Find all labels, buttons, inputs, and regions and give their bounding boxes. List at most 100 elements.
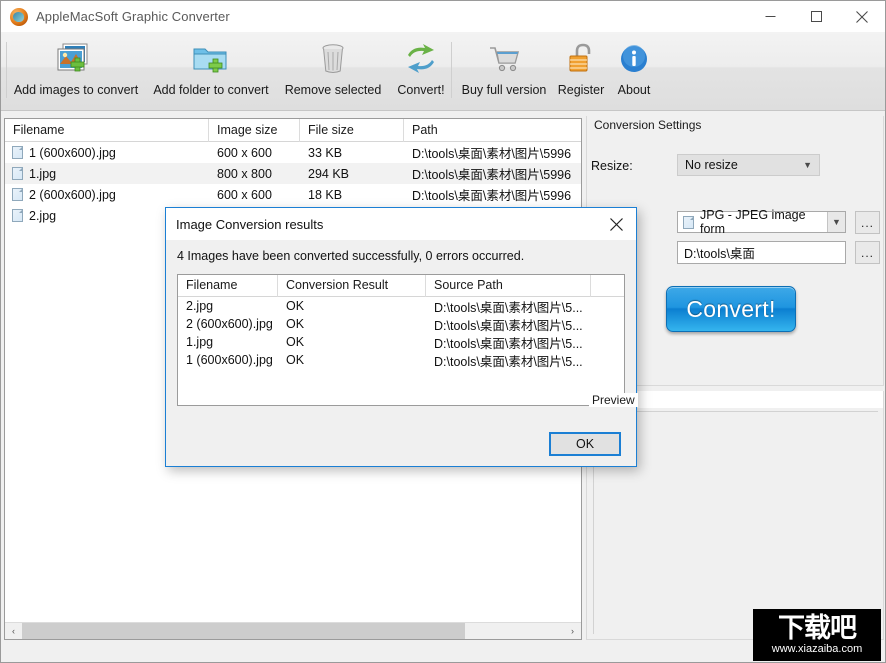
cell-filename: 1.jpg <box>186 335 214 349</box>
application-window: AppleMacSoft Graphic Converter Add image… <box>0 0 886 663</box>
trash-icon <box>307 36 359 82</box>
minimize-button[interactable] <box>747 1 793 32</box>
cell-source-path: D:\tools\桌面\素材\图片\5... <box>434 300 583 315</box>
toolbar-about-button[interactable]: About <box>610 36 658 108</box>
results-table: Filename Conversion Result Source Path 2… <box>177 274 625 406</box>
cell-source-path: D:\tools\桌面\素材\图片\5... <box>434 318 583 333</box>
column-header-conversion-result[interactable]: Conversion Result <box>278 275 426 297</box>
format-browse-button[interactable]: ... <box>855 211 880 234</box>
padlock-icon <box>555 36 607 82</box>
file-icon <box>12 167 23 180</box>
scrollbar-thumb[interactable] <box>22 622 465 639</box>
cell-source-path: D:\tools\桌面\素材\图片\5... <box>434 336 583 351</box>
file-icon <box>12 209 23 222</box>
dialog-close-button[interactable] <box>596 208 636 240</box>
file-icon <box>12 146 23 159</box>
settings-group-title: Conversion Settings <box>591 118 705 132</box>
file-list-header: Filename Image size File size Path <box>5 119 581 142</box>
cell-result: OK <box>286 317 305 331</box>
scroll-left-icon[interactable]: ‹ <box>5 623 22 640</box>
dialog-ok-button[interactable]: OK <box>549 432 621 456</box>
chevron-down-icon: ▼ <box>803 159 812 170</box>
toolbar: Add images to convert Add folder to conv… <box>1 32 885 111</box>
folder-value: D:\tools\桌面 <box>684 247 755 261</box>
toolbar-remove-selected-button[interactable]: Remove selected <box>281 36 385 108</box>
conversion-results-dialog: Image Conversion results 4 Images have b… <box>165 207 637 467</box>
table-row: 1 (600x600).jpg OK D:\tools\桌面\素材\图片\5..… <box>178 351 624 369</box>
watermark-url: www.xiazaiba.com <box>771 643 863 655</box>
results-table-header: Filename Conversion Result Source Path <box>178 275 624 297</box>
column-header-extra[interactable] <box>591 275 624 297</box>
toolbar-buy-full-version-button[interactable]: Buy full version <box>456 36 552 108</box>
add-folder-icon <box>185 36 237 82</box>
cell-filename: 2 (600x600).jpg <box>186 317 273 331</box>
maximize-button[interactable] <box>793 1 839 32</box>
toolbar-item-label: Add folder to convert <box>153 83 269 97</box>
window-title: AppleMacSoft Graphic Converter <box>36 9 230 24</box>
info-icon <box>608 36 660 82</box>
toolbar-register-button[interactable]: Register <box>552 36 610 108</box>
toolbar-separator <box>451 42 452 98</box>
horizontal-scrollbar[interactable]: ‹ › <box>5 622 581 639</box>
toolbar-item-label: Add images to convert <box>13 83 139 97</box>
chevron-down-icon[interactable]: ▼ <box>826 212 845 232</box>
scrollbar-track[interactable] <box>22 622 564 639</box>
column-header-image-size[interactable]: Image size <box>209 119 300 142</box>
toolbar-add-folder-button[interactable]: Add folder to convert <box>146 36 276 108</box>
toolbar-item-label: Remove selected <box>284 83 382 97</box>
title-bar: AppleMacSoft Graphic Converter <box>1 1 885 32</box>
cell-result: OK <box>286 353 305 367</box>
watermark: 下载吧 www.xiazaiba.com <box>753 609 881 661</box>
toolbar-item-label: Register <box>557 83 605 97</box>
cell-result: OK <box>286 335 305 349</box>
format-select[interactable]: JPG - JPEG image form ▼ <box>677 208 846 236</box>
resize-select[interactable]: No resize ▼ <box>677 154 820 176</box>
cell-image-size: 600 x 600 <box>217 145 272 160</box>
resize-value: No resize <box>685 158 738 172</box>
dialog-message: 4 Images have been converted successfull… <box>177 249 525 263</box>
globe-icon <box>10 7 28 26</box>
cell-image-size: 600 x 600 <box>217 187 272 202</box>
table-row: 1.jpg OK D:\tools\桌面\素材\图片\5... <box>178 333 624 351</box>
column-header-source-path[interactable]: Source Path <box>426 275 591 297</box>
cell-path: D:\tools\桌面\素材\图片\5996 <box>412 168 572 182</box>
column-header-filename[interactable]: Filename <box>178 275 278 297</box>
dialog-title-bar: Image Conversion results <box>166 208 636 240</box>
cell-filename: 2.jpg <box>29 208 57 223</box>
table-row[interactable]: 2 (600x600).jpg 600 x 600 18 KB D:\tools… <box>5 184 581 205</box>
cell-file-size: 294 KB <box>308 166 350 181</box>
toolbar-item-label: About <box>617 83 651 97</box>
watermark-text: 下载吧 <box>778 613 857 644</box>
shopping-cart-icon <box>478 36 530 82</box>
preview-title: Preview <box>589 393 638 407</box>
window-controls <box>747 1 885 32</box>
cell-filename: 1.jpg <box>29 166 57 181</box>
scroll-right-icon[interactable]: › <box>564 623 581 640</box>
resize-label: Resize: <box>591 159 633 173</box>
cell-path: D:\tools\桌面\素材\图片\5996 <box>412 147 572 161</box>
table-row: 2.jpg OK D:\tools\桌面\素材\图片\5... <box>178 297 624 315</box>
toolbar-convert-button[interactable]: Convert! <box>391 36 451 108</box>
file-icon <box>12 188 23 201</box>
cell-file-size: 33 KB <box>308 145 343 160</box>
table-row: 2 (600x600).jpg OK D:\tools\桌面\素材\图片\5..… <box>178 315 624 333</box>
cell-file-size: 18 KB <box>308 187 343 202</box>
folder-browse-button[interactable]: ... <box>855 241 880 264</box>
add-images-icon <box>50 36 102 82</box>
table-row[interactable]: 1.jpg 800 x 800 294 KB D:\tools\桌面\素材\图片… <box>5 163 581 184</box>
cell-filename: 1 (600x600).jpg <box>186 353 273 367</box>
cell-path: D:\tools\桌面\素材\图片\5996 <box>412 189 572 203</box>
file-format-icon <box>683 215 694 229</box>
convert-button[interactable]: Convert! <box>666 286 796 332</box>
folder-input[interactable]: D:\tools\桌面 <box>677 241 846 264</box>
close-button[interactable] <box>839 1 885 32</box>
column-header-filename[interactable]: Filename <box>5 119 209 142</box>
dialog-title: Image Conversion results <box>176 216 324 232</box>
toolbar-separator <box>6 42 7 98</box>
toolbar-item-label: Convert! <box>397 83 445 97</box>
table-row[interactable]: 1 (600x600).jpg 600 x 600 33 KB D:\tools… <box>5 142 581 163</box>
column-header-path[interactable]: Path <box>404 119 581 142</box>
cell-image-size: 800 x 800 <box>217 166 272 181</box>
column-header-file-size[interactable]: File size <box>300 119 404 142</box>
toolbar-add-images-button[interactable]: Add images to convert <box>11 36 141 108</box>
